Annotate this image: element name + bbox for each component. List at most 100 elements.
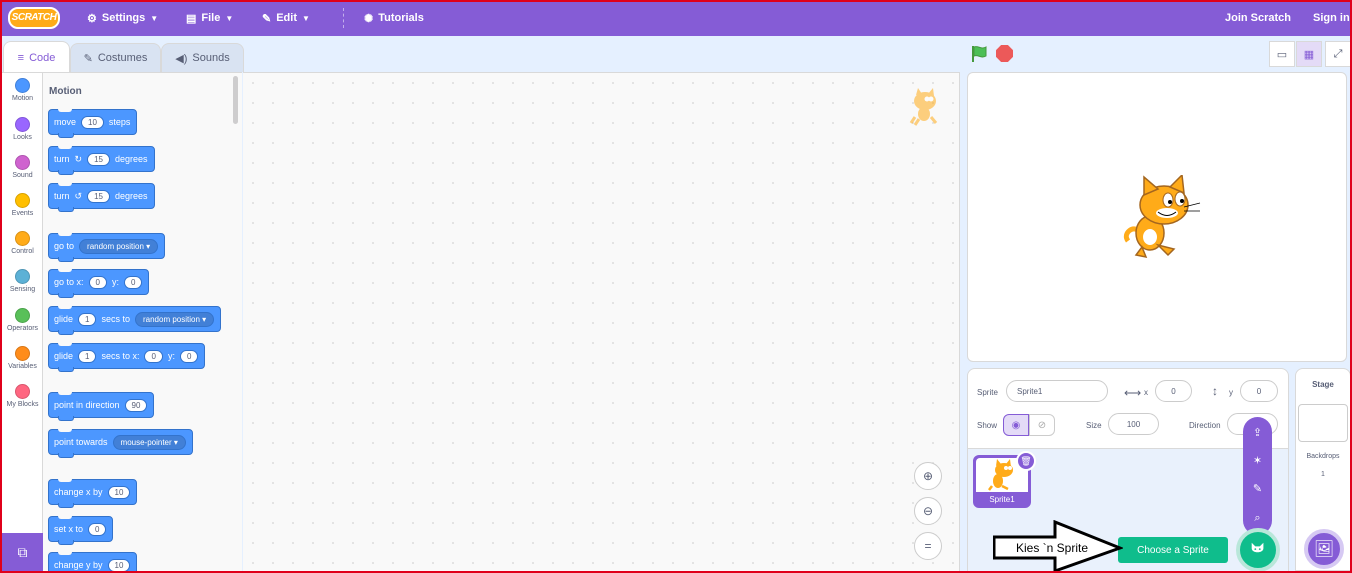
category-looks[interactable]: Looks bbox=[2, 117, 43, 141]
category-label: Sensing bbox=[9, 286, 36, 293]
equals-icon: = bbox=[924, 539, 932, 553]
size-input[interactable]: 100 bbox=[1108, 413, 1159, 435]
y-position-input[interactable]: 0 bbox=[1240, 380, 1278, 402]
category-operators[interactable]: Operators bbox=[2, 308, 43, 332]
join-scratch-link[interactable]: Join Scratch bbox=[1225, 10, 1291, 26]
category-sensing[interactable]: Sensing bbox=[2, 269, 43, 293]
block-dropdown[interactable]: mouse-pointer ▾ bbox=[112, 434, 186, 450]
block-input[interactable]: 15 bbox=[87, 189, 110, 203]
tutorials-label: Tutorials bbox=[378, 12, 424, 24]
sign-in-link[interactable]: Sign in bbox=[1313, 10, 1350, 26]
category-events[interactable]: Events bbox=[2, 193, 43, 217]
category-label: My Blocks bbox=[6, 401, 39, 408]
lightbulb-icon: ✺ bbox=[364, 12, 374, 25]
block-input[interactable]: 0 bbox=[144, 349, 163, 363]
paint-sprite-button[interactable]: ✎ bbox=[1243, 475, 1272, 501]
block-input[interactable]: 15 bbox=[87, 152, 110, 166]
choose-backdrop-button[interactable]: 🖼 bbox=[1304, 529, 1344, 569]
category-control[interactable]: Control bbox=[2, 231, 43, 255]
block-text: change x by bbox=[54, 487, 103, 497]
block-change-y[interactable]: change y by 10 bbox=[48, 552, 138, 573]
small-stage-icon: ▭ bbox=[1276, 48, 1288, 61]
category-label: Variables bbox=[8, 363, 37, 370]
block-move-steps[interactable]: move 10 steps bbox=[48, 109, 138, 138]
block-text: secs to bbox=[101, 314, 130, 324]
green-flag-icon[interactable] bbox=[970, 45, 988, 63]
block-text: y: bbox=[111, 277, 119, 287]
tab-sounds-label: Sounds bbox=[192, 52, 230, 64]
category-variables[interactable]: Variables bbox=[2, 346, 43, 370]
chevron-down-icon: ▼ bbox=[225, 13, 234, 23]
file-menu[interactable]: ▤ File ▼ bbox=[186, 10, 233, 26]
block-go-to[interactable]: go to random position ▾ bbox=[48, 233, 166, 262]
block-change-x[interactable]: change x by 10 bbox=[48, 479, 138, 508]
block-set-x[interactable]: set x to 0 bbox=[48, 516, 114, 545]
block-input[interactable]: 0 bbox=[88, 275, 107, 289]
block-input[interactable]: 10 bbox=[107, 558, 131, 572]
category-motion[interactable]: Motion bbox=[2, 78, 43, 102]
block-dropdown[interactable]: random position ▾ bbox=[134, 311, 215, 327]
fullscreen-button[interactable]: ⤢ bbox=[1325, 41, 1351, 67]
block-input[interactable]: 10 bbox=[81, 115, 104, 129]
add-extension-button[interactable]: ⧉ bbox=[2, 533, 43, 571]
rotate-right-icon: ↻ bbox=[74, 153, 83, 164]
zoom-reset-button[interactable]: = bbox=[914, 532, 942, 560]
backdrops-count: 1 bbox=[1321, 471, 1325, 478]
hide-sprite-button[interactable]: ⊘ bbox=[1029, 414, 1055, 436]
show-sprite-button[interactable]: ◉ bbox=[1003, 414, 1029, 436]
block-turn-left[interactable]: turn ↺ 15 degrees bbox=[48, 183, 155, 212]
stop-icon[interactable] bbox=[996, 45, 1013, 62]
scratch-logo[interactable]: SCRATCH bbox=[8, 7, 60, 29]
block-input[interactable]: 10 bbox=[107, 485, 131, 499]
tab-code[interactable]: ≡ Code bbox=[3, 41, 70, 73]
surprise-sprite-button[interactable]: ✶ bbox=[1243, 447, 1272, 473]
tab-sounds[interactable]: ◀) Sounds bbox=[161, 43, 244, 72]
script-workspace[interactable] bbox=[243, 72, 960, 571]
block-input[interactable]: 1 bbox=[78, 349, 97, 363]
sprite-name-label: Sprite bbox=[977, 388, 998, 397]
large-stage-button[interactable]: ▦ bbox=[1296, 41, 1322, 67]
block-text: glide bbox=[54, 314, 74, 324]
block-go-to-xy[interactable]: go to x: 0 y: 0 bbox=[48, 269, 150, 298]
horizontal-arrows-icon: ⟷ bbox=[1124, 386, 1142, 400]
sprite-name-input[interactable]: Sprite1 bbox=[1006, 380, 1108, 402]
zoom-out-icon: ⊖ bbox=[922, 504, 934, 518]
block-input[interactable]: 1 bbox=[78, 312, 97, 326]
settings-menu[interactable]: ⚙ Settings ▼ bbox=[87, 10, 158, 26]
tab-code-label: Code bbox=[29, 51, 56, 64]
block-text: degrees bbox=[114, 154, 148, 164]
brush-icon: ✎ bbox=[83, 52, 93, 65]
tutorials-button[interactable]: ✺ Tutorials bbox=[364, 10, 424, 26]
x-position-input[interactable]: 0 bbox=[1155, 380, 1192, 402]
delete-sprite-button[interactable]: 🗑 bbox=[1016, 451, 1036, 471]
block-glide-to[interactable]: glide 1 secs to random position ▾ bbox=[48, 306, 222, 335]
speaker-icon: ◀) bbox=[175, 52, 188, 65]
category-sound[interactable]: Sound bbox=[2, 155, 43, 179]
block-input[interactable]: 0 bbox=[88, 522, 107, 536]
choose-sprite-button[interactable] bbox=[1236, 528, 1280, 572]
small-stage-button[interactable]: ▭ bbox=[1269, 41, 1295, 67]
block-text: glide bbox=[54, 351, 74, 361]
block-input[interactable]: 90 bbox=[124, 398, 148, 412]
block-input[interactable]: 0 bbox=[179, 349, 199, 363]
block-dropdown[interactable]: random position ▾ bbox=[79, 238, 159, 254]
zoom-in-button[interactable]: ⊕ bbox=[914, 462, 942, 490]
menu-divider bbox=[343, 8, 344, 28]
block-point-towards[interactable]: point towards mouse-pointer ▾ bbox=[48, 429, 193, 458]
category-my-blocks[interactable]: My Blocks bbox=[2, 384, 43, 408]
block-text: set x to bbox=[54, 524, 84, 534]
upload-sprite-button[interactable]: ⇪ bbox=[1243, 419, 1272, 445]
zoom-out-button[interactable]: ⊖ bbox=[914, 497, 942, 525]
tab-costumes[interactable]: ✎ Costumes bbox=[70, 43, 161, 72]
cat-sprite[interactable] bbox=[1120, 175, 1202, 261]
palette-category-title: Motion bbox=[49, 86, 82, 97]
block-point-direction[interactable]: point in direction 90 bbox=[48, 392, 155, 421]
block-glide-xy[interactable]: glide 1 secs to x: 0 y: 0 bbox=[48, 343, 206, 372]
block-turn-right[interactable]: turn ↻ 15 degrees bbox=[48, 146, 155, 175]
eye-slash-icon: ⊘ bbox=[1037, 419, 1047, 431]
settings-label: Settings bbox=[101, 12, 146, 24]
palette-scrollbar[interactable] bbox=[233, 76, 238, 124]
edit-menu[interactable]: ✎ Edit ▼ bbox=[262, 10, 310, 26]
block-input[interactable]: 0 bbox=[124, 275, 143, 289]
large-stage-icon: ▦ bbox=[1303, 48, 1315, 61]
